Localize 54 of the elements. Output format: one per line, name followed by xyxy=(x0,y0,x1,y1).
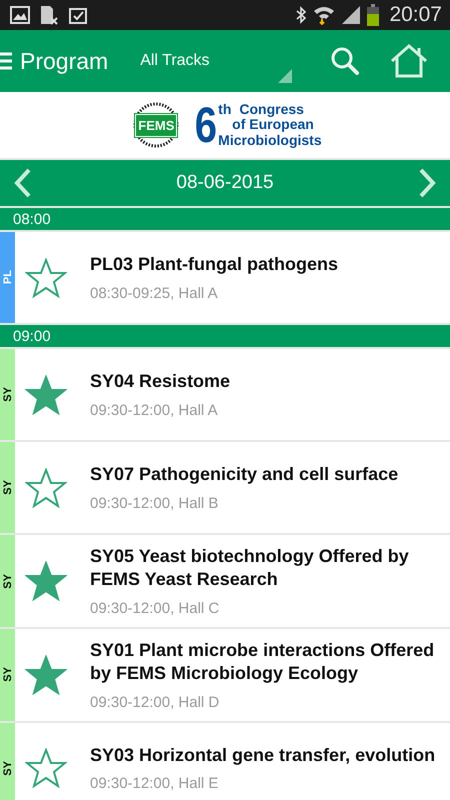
session-details: 09:30-12:00, Hall C xyxy=(90,600,220,617)
battery-icon xyxy=(367,4,380,26)
previous-day-icon[interactable] xyxy=(14,168,32,198)
time-slot-label: 08:00 xyxy=(13,210,51,228)
track-code: SY xyxy=(2,574,14,588)
signal-icon xyxy=(341,5,362,25)
logo-text: of European xyxy=(231,117,315,133)
session-title: SY01 Plant microbe interactions Offered by FEMS Microbiology Ecology xyxy=(90,638,436,686)
star-outline-icon[interactable] xyxy=(25,748,67,788)
search-icon[interactable] xyxy=(330,46,360,76)
track-code: SY xyxy=(2,667,14,682)
image-icon xyxy=(10,6,30,24)
bluetooth-icon xyxy=(295,6,308,24)
document-icon xyxy=(40,5,58,25)
session-title: PL03 Plant-fungal pathogens xyxy=(90,253,338,276)
star-outline-icon[interactable] xyxy=(25,468,67,508)
filled-star-icon[interactable] xyxy=(25,654,67,695)
date-label: 08-06-2015 xyxy=(176,172,274,194)
congress-number: 6 xyxy=(195,100,218,150)
track-code: SY xyxy=(2,480,14,495)
session-details: 09:30-12:00, Hall E xyxy=(90,775,220,792)
screen-title: Program xyxy=(20,48,108,74)
next-day-icon[interactable] xyxy=(418,168,436,198)
track-dropdown[interactable]: All Tracks xyxy=(140,35,292,87)
star-outline-icon[interactable] xyxy=(25,258,67,298)
session-details: 09:30-12:00, Hall B xyxy=(90,494,220,512)
logo-text: Congress xyxy=(239,102,304,118)
session-details: 08:30-09:25, Hall A xyxy=(90,284,219,302)
filled-star-icon[interactable] xyxy=(25,374,67,414)
session-details: 09:30-12:00, Hall D xyxy=(90,694,220,711)
ordinal-suffix: th xyxy=(218,102,232,118)
session-title: SY07 Pathogenicity and cell surface xyxy=(90,463,398,486)
clipboard-icon xyxy=(68,6,88,24)
home-icon[interactable] xyxy=(390,44,428,78)
track-code: SY xyxy=(2,387,14,402)
session-title: SY03 Horizontal gene transfer, evolution xyxy=(90,744,436,767)
dropdown-corner-icon xyxy=(278,69,292,83)
track-code: PL xyxy=(2,270,14,285)
track-code: SY xyxy=(2,760,14,776)
session-row[interactable]: SY SY03 Horizontal gene transfer, evolution 09:30-12:00, Hall E xyxy=(0,722,450,800)
session-row[interactable]: SY SY05 Yeast biotechnology Offered by FEMS Yeast Research 09:30-12:00, Hall C xyxy=(0,535,450,629)
session-row[interactable]: SY SY01 Plant microbe interactions Offered by FEMS Microbiology Ecology 09:30-12:00, Hall D xyxy=(0,628,450,723)
session-row[interactable]: SY SY07 Pathogenicity and cell surface 09:30-12:00, Hall B xyxy=(0,442,450,535)
logo-text: Microbiologists xyxy=(218,132,322,148)
filled-star-icon[interactable] xyxy=(25,560,67,601)
time-slot-label: 09:00 xyxy=(13,328,51,344)
session-details: 09:30-12:00, Hall A xyxy=(90,402,219,419)
wifi-icon xyxy=(313,5,336,25)
clock-time: 20:07 xyxy=(389,3,442,27)
menu-icon[interactable] xyxy=(0,51,12,71)
fems-badge: FEMS xyxy=(135,114,178,136)
session-title: SY04 Resistome xyxy=(90,370,230,394)
session-row[interactable]: SY SY04 Resistome 09:30-12:00, Hall A xyxy=(0,349,450,442)
session-title: SY05 Yeast biotechnology Offered by FEMS Yeast Research xyxy=(90,545,410,592)
